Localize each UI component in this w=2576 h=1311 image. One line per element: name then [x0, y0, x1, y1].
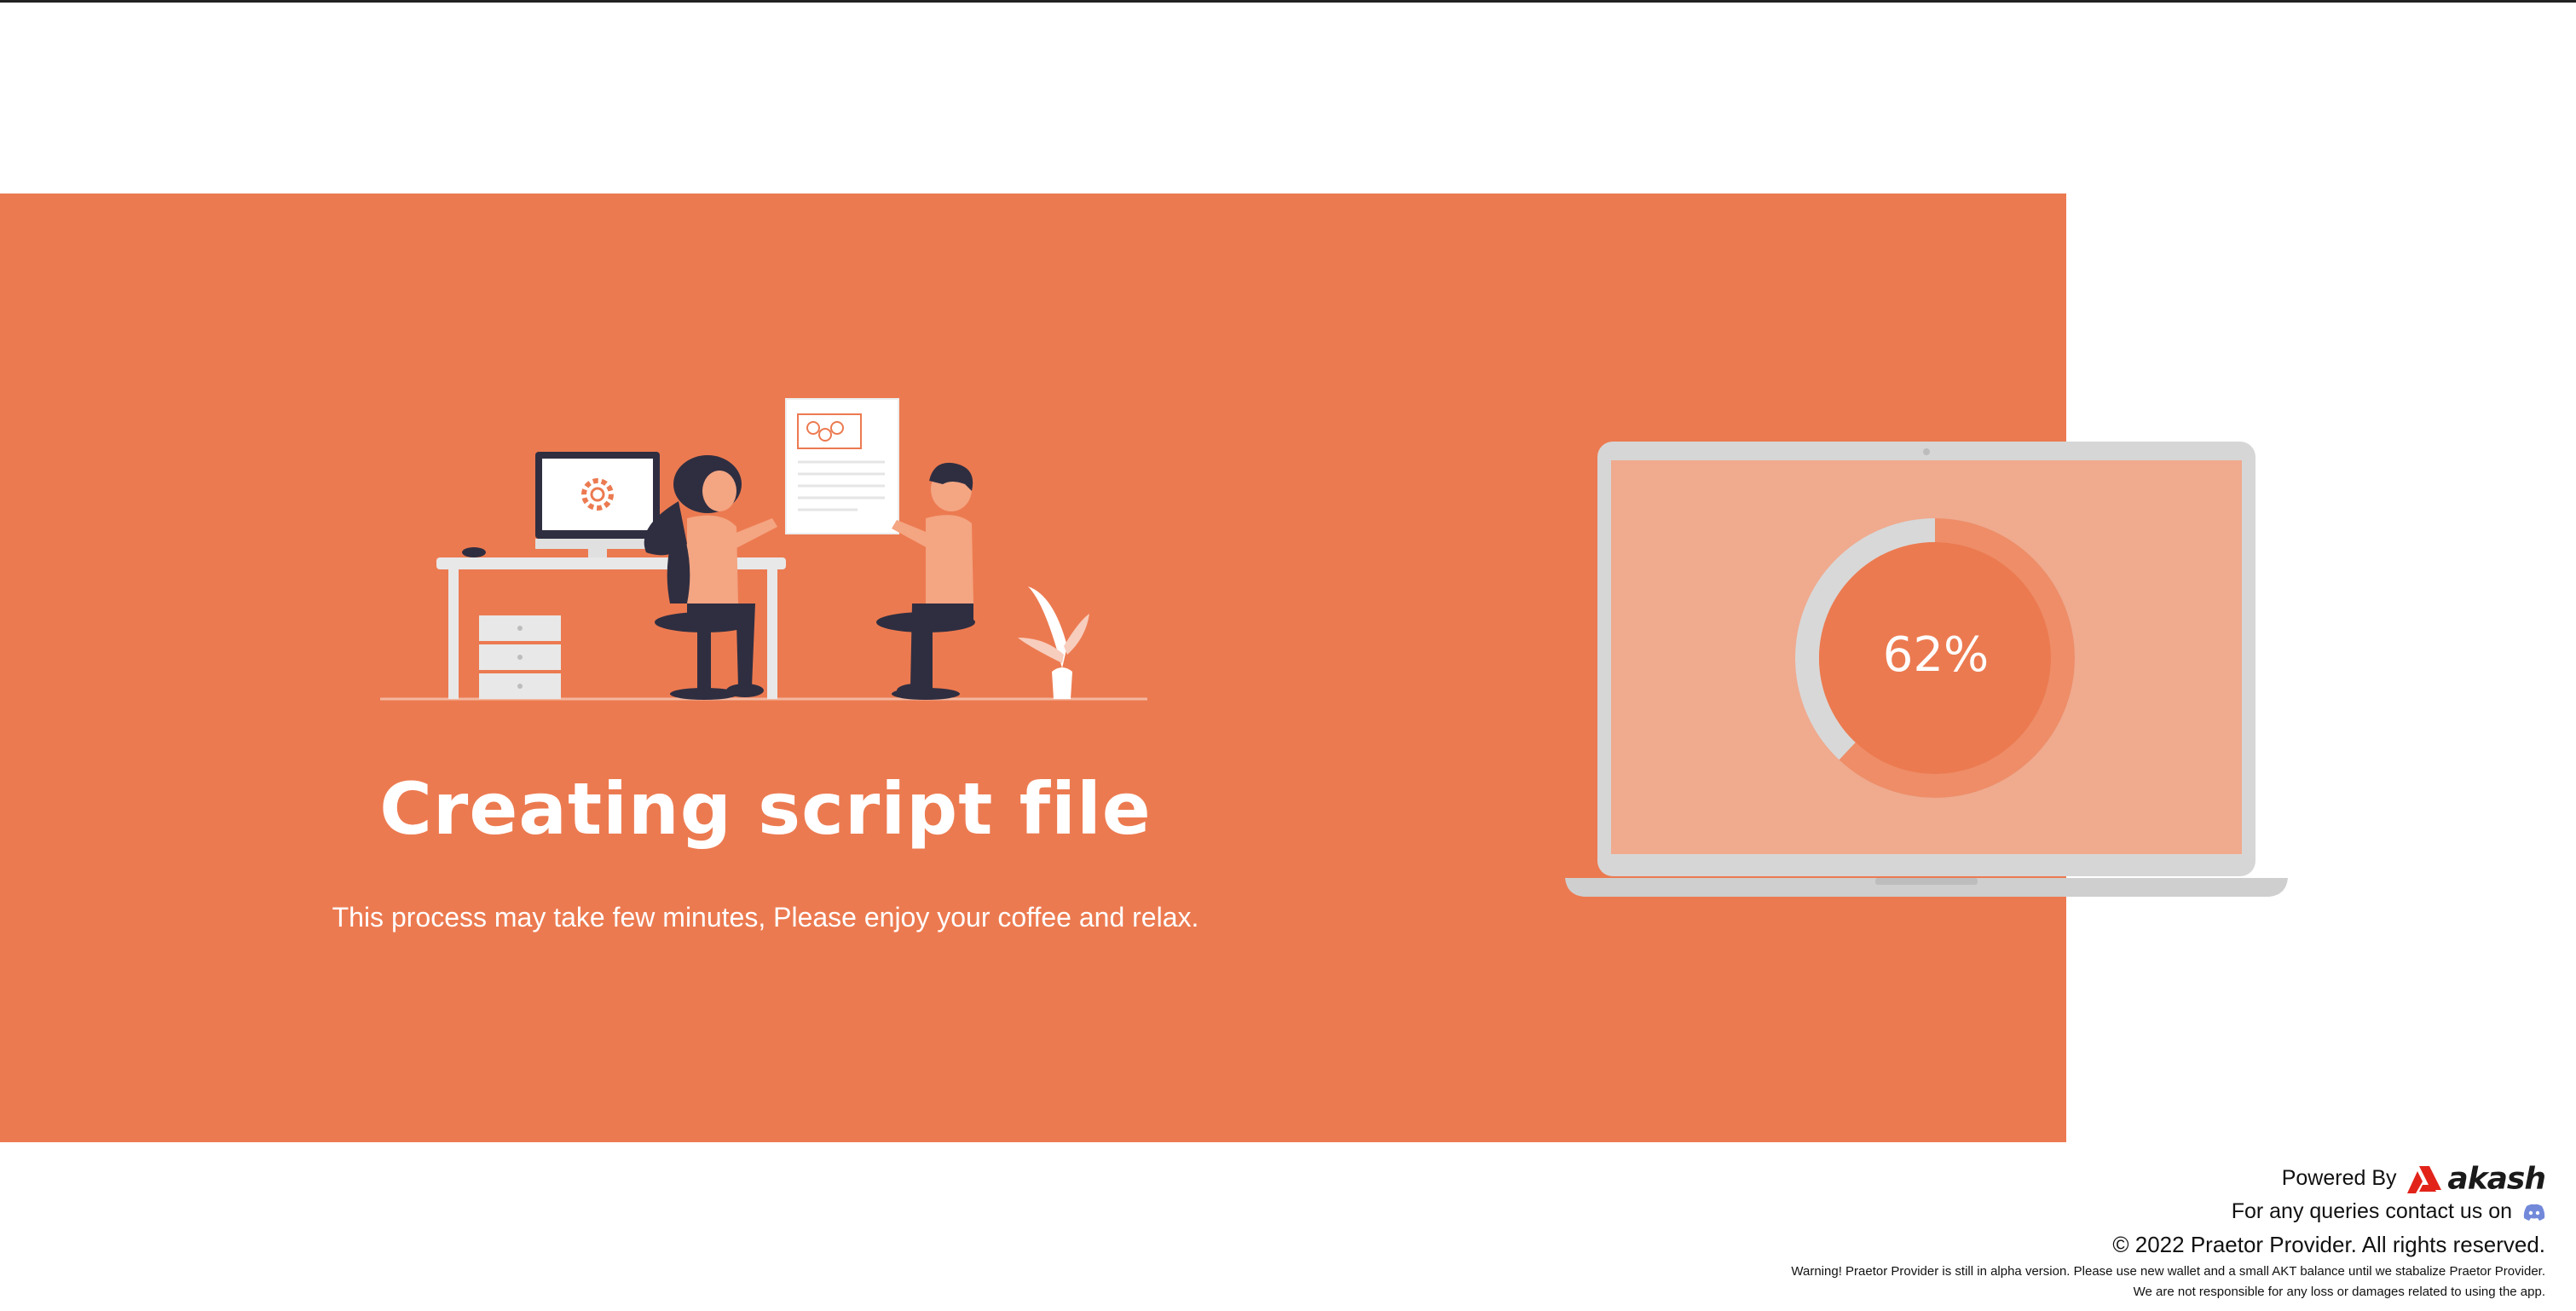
footer: Powered By akash For any queries contact…	[1608, 1161, 2546, 1302]
akash-brand-name: akash	[2447, 1161, 2546, 1197]
page-subtitle: This process may take few minutes, Pleas…	[332, 902, 1199, 933]
alpha-warning-line-1: Warning! Praetor Provider is still in al…	[1791, 1264, 2545, 1279]
progress-percentage: 62%	[1882, 627, 1990, 683]
team-illustration	[380, 398, 1147, 701]
powered-by-line: Powered By akash	[1608, 1161, 2546, 1197]
akash-logo-icon	[2407, 1166, 2442, 1194]
discord-icon[interactable]	[2523, 1204, 2545, 1221]
page-title: Creating script file	[379, 767, 1152, 851]
contact-text: For any queries contact us on	[2231, 1199, 2513, 1223]
powered-by-label: Powered By	[2281, 1166, 2397, 1190]
contact-line: For any queries contact us on	[1608, 1195, 2545, 1227]
copyright-text: © 2022 Praetor Provider. All rights rese…	[2112, 1232, 2545, 1257]
alpha-warning-line-2: We are not responsible for any loss or d…	[2133, 1285, 2545, 1299]
top-divider	[0, 0, 2576, 3]
